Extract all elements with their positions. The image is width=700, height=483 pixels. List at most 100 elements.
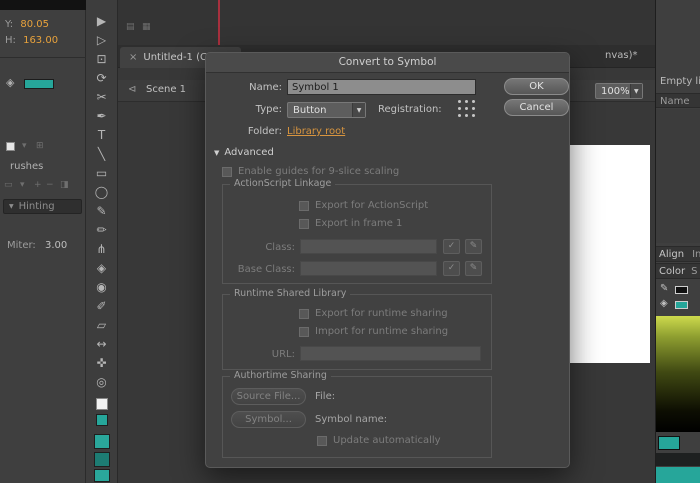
- library-name-header-label: Name: [656, 96, 690, 107]
- stroke-color-swatch[interactable]: [96, 398, 108, 410]
- edit-class-button[interactable]: ✎: [465, 239, 482, 254]
- checkbox-icon: [299, 309, 309, 319]
- convert-to-symbol-dialog: Convert to Symbol Name: OK Type: Button …: [205, 52, 570, 468]
- swatch-row-dark[interactable]: [656, 453, 700, 466]
- lasso-tool[interactable]: ✂: [86, 88, 117, 106]
- tab-fragment[interactable]: nvas)*: [605, 50, 638, 61]
- base-class-field[interactable]: [300, 261, 437, 276]
- tab-swatches-fragment[interactable]: S: [691, 264, 697, 278]
- import-runtime-checkbox[interactable]: Import for runtime sharing: [299, 326, 448, 337]
- fill-color-swatch[interactable]: [96, 414, 108, 426]
- line-tool[interactable]: ╲: [86, 145, 117, 163]
- checkbox-icon: [299, 219, 309, 229]
- export-frame-checkbox[interactable]: Export in frame 1: [299, 218, 402, 229]
- color-picker-gradient[interactable]: [656, 316, 700, 432]
- slice-guides-checkbox[interactable]: Enable guides for 9-slice scaling: [222, 166, 399, 177]
- panel-icon-b[interactable]: ▦: [142, 22, 151, 32]
- url-field[interactable]: [300, 346, 481, 361]
- miter-value[interactable]: 3.00: [45, 240, 67, 251]
- registration-label: Registration:: [378, 104, 442, 115]
- brush-arrow-icon[interactable]: ▾: [20, 180, 25, 190]
- dialog-title[interactable]: Convert to Symbol: [206, 53, 569, 73]
- bone-tool[interactable]: ⋔: [86, 240, 117, 258]
- playhead-line[interactable]: [218, 0, 220, 45]
- update-automatically-checkbox[interactable]: Update automatically: [317, 435, 441, 446]
- cancel-button[interactable]: Cancel: [504, 99, 569, 116]
- swatch-arrow-icon[interactable]: ▾: [22, 141, 27, 151]
- scene-icon[interactable]: ⊲: [128, 84, 136, 95]
- tab-close-icon[interactable]: ×: [129, 52, 137, 63]
- tab-color[interactable]: Color: [656, 264, 685, 278]
- ink-bottle-tool[interactable]: ◉: [86, 278, 117, 296]
- zoom-dropdown[interactable]: 100% ▼: [595, 83, 643, 99]
- brush-option-icon[interactable]: ◨: [60, 180, 69, 190]
- tool-option-swatch-2[interactable]: [94, 452, 110, 467]
- library-name-header[interactable]: Name: [656, 93, 700, 108]
- registration-grid[interactable]: [456, 98, 477, 119]
- brushes-header[interactable]: rushes: [10, 161, 43, 172]
- export-actionscript-checkbox[interactable]: Export for ActionScript: [299, 200, 428, 211]
- folder-link[interactable]: Library root: [287, 126, 345, 137]
- validate-base-class-button[interactable]: ✓: [443, 261, 460, 276]
- color-tab-row: Color S: [656, 263, 700, 279]
- eyedropper-tool[interactable]: ✐: [86, 297, 117, 315]
- file-label: File:: [315, 391, 335, 402]
- tool-option-swatch-3[interactable]: [94, 469, 110, 482]
- advanced-toggle[interactable]: ▼ Advanced: [214, 147, 274, 158]
- zoom-tool[interactable]: ◎: [86, 373, 117, 391]
- remove-brush-icon[interactable]: −: [46, 180, 54, 190]
- brush-tool[interactable]: ✏: [86, 221, 117, 239]
- subselection-tool[interactable]: ▷: [86, 31, 117, 49]
- brush-bar-icon[interactable]: ▭: [4, 180, 13, 190]
- validate-class-button[interactable]: ✓: [443, 239, 460, 254]
- zoom-arrow-icon: ▼: [630, 84, 642, 98]
- stroke-color-chip[interactable]: [675, 286, 688, 294]
- source-file-button[interactable]: Source File...: [231, 388, 306, 405]
- selection-tool[interactable]: ▶: [86, 12, 117, 30]
- oval-tool[interactable]: ◯: [86, 183, 117, 201]
- class-field[interactable]: [300, 239, 437, 254]
- h-value[interactable]: 163.00: [23, 35, 58, 46]
- pen-tool[interactable]: ✒: [86, 107, 117, 125]
- current-color-swatch[interactable]: [658, 436, 680, 450]
- right-dock: Empty libra Name Align In Color S ✎ ◈: [655, 0, 700, 483]
- runtime-shared-library-group: Runtime Shared Library Export for runtim…: [222, 294, 492, 370]
- symbol-name-input[interactable]: [287, 79, 476, 95]
- grid-icon[interactable]: ⊞: [36, 141, 44, 151]
- fill-color-swatch[interactable]: [24, 79, 54, 89]
- folder-label: Folder:: [214, 126, 282, 137]
- swatch-row-teal[interactable]: [656, 467, 700, 483]
- text-tool[interactable]: T: [86, 126, 117, 144]
- panel-icon-a[interactable]: ▤: [126, 22, 135, 32]
- advanced-arrow-icon: ▼: [214, 149, 219, 157]
- mini-swatch[interactable]: [6, 142, 15, 151]
- fill-color-chip[interactable]: [675, 301, 688, 309]
- rectangle-tool[interactable]: ▭: [86, 164, 117, 182]
- y-position-row: Y: 80.05: [5, 19, 49, 30]
- base-class-label: Base Class:: [223, 264, 295, 275]
- library-list[interactable]: [656, 109, 700, 243]
- tool-option-swatch-1[interactable]: [94, 434, 110, 449]
- paint-bucket-tool[interactable]: ◈: [86, 259, 117, 277]
- width-tool[interactable]: ↔: [86, 335, 117, 353]
- pencil-tool[interactable]: ✎: [86, 202, 117, 220]
- y-value[interactable]: 80.05: [20, 19, 49, 30]
- tab-align[interactable]: Align: [656, 247, 684, 261]
- fill-bucket-icon[interactable]: ◈: [6, 76, 14, 89]
- 3d-rotation-tool[interactable]: ⟳: [86, 69, 117, 87]
- free-transform-tool[interactable]: ⊡: [86, 50, 117, 68]
- eraser-tool[interactable]: ▱: [86, 316, 117, 334]
- export-runtime-checkbox[interactable]: Export for runtime sharing: [299, 308, 448, 319]
- symbol-button[interactable]: Symbol...: [231, 411, 306, 428]
- add-brush-icon[interactable]: +: [34, 180, 42, 190]
- zoom-value: 100%: [596, 86, 630, 97]
- scene-breadcrumb[interactable]: Scene 1: [146, 84, 186, 95]
- hinting-dropdown[interactable]: ▼ Hinting: [3, 199, 82, 214]
- stroke-color-icon[interactable]: ✎: [660, 283, 668, 294]
- hand-tool[interactable]: ✜: [86, 354, 117, 372]
- ok-button[interactable]: OK: [504, 78, 569, 95]
- tab-info-fragment[interactable]: In: [692, 247, 700, 261]
- fill-color-icon[interactable]: ◈: [660, 298, 668, 309]
- type-dropdown[interactable]: Button ▼: [287, 102, 366, 118]
- edit-base-class-button[interactable]: ✎: [465, 261, 482, 276]
